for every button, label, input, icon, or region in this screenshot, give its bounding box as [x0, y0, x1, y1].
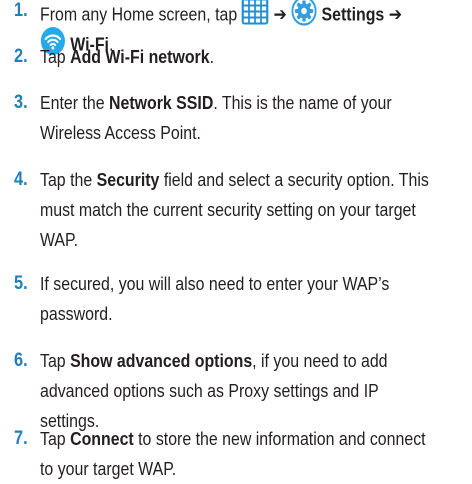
step-text: to your target WAP.: [40, 458, 177, 479]
step-text: If secured, you will also need to enter …: [40, 273, 390, 294]
step-text: Wireless Access Point.: [40, 122, 201, 143]
step-number: 2.: [14, 46, 28, 67]
step-line: Enter the Network SSID. This is the name…: [40, 88, 392, 118]
apps-grid-icon: [242, 0, 270, 34]
step-line: to your target WAP.: [40, 454, 176, 484]
step-number: 7.: [14, 428, 28, 449]
step-line: Tap Add Wi-Fi network.: [40, 42, 214, 72]
step-text: ➔: [269, 3, 292, 25]
step-number: 1.: [14, 0, 28, 21]
settings-gear-icon: [291, 0, 317, 35]
step-text: Enter the: [40, 92, 109, 113]
step-number: 5.: [14, 273, 28, 294]
instruction-page: 1. From any Home screen, tap ➔ Settings ➔…: [0, 0, 472, 479]
step-number: 3.: [14, 92, 28, 113]
step-number: 6.: [14, 350, 28, 371]
step-text: .: [209, 46, 215, 67]
step-line: Tap the Security field and select a secu…: [40, 165, 429, 195]
bold-term: Network SSID: [108, 92, 214, 113]
step-text: WAP.: [40, 229, 79, 250]
step-text: password.: [40, 303, 113, 324]
step-text: to store the new information and connect: [133, 428, 426, 449]
step-text: advanced options such as Proxy settings …: [40, 380, 379, 401]
step-line: advanced options such as Proxy settings …: [40, 376, 379, 406]
step-text: field and select a security option. This: [159, 169, 429, 190]
step-line: must match the current security setting …: [40, 195, 416, 225]
step-text: . This is the name of your: [213, 92, 392, 113]
bold-term: Security: [96, 169, 160, 190]
step-text: Tap: [40, 46, 71, 67]
step-line: WAP.: [40, 225, 78, 255]
bold-term: Add Wi-Fi network: [70, 46, 210, 67]
step-text: must match the current security setting …: [40, 199, 416, 220]
step-line: password.: [40, 299, 113, 329]
step-line: Tap Show advanced options, if you need t…: [40, 346, 388, 376]
step-text: Tap: [40, 428, 71, 449]
step-line: If secured, you will also need to enter …: [40, 269, 389, 299]
step-text: Tap the: [40, 169, 97, 190]
step-text: Tap: [40, 350, 71, 371]
bold-term: Settings ➔: [317, 3, 403, 25]
step-line: Tap Connect to store the new information…: [40, 424, 426, 454]
step-text: From any Home screen, tap: [40, 3, 242, 25]
step-line: Wireless Access Point.: [40, 118, 201, 148]
step-text: , if you need to add: [252, 350, 388, 371]
bold-term: Connect: [70, 428, 134, 449]
step-number: 4.: [14, 169, 28, 190]
bold-term: Show advanced options: [70, 350, 253, 371]
